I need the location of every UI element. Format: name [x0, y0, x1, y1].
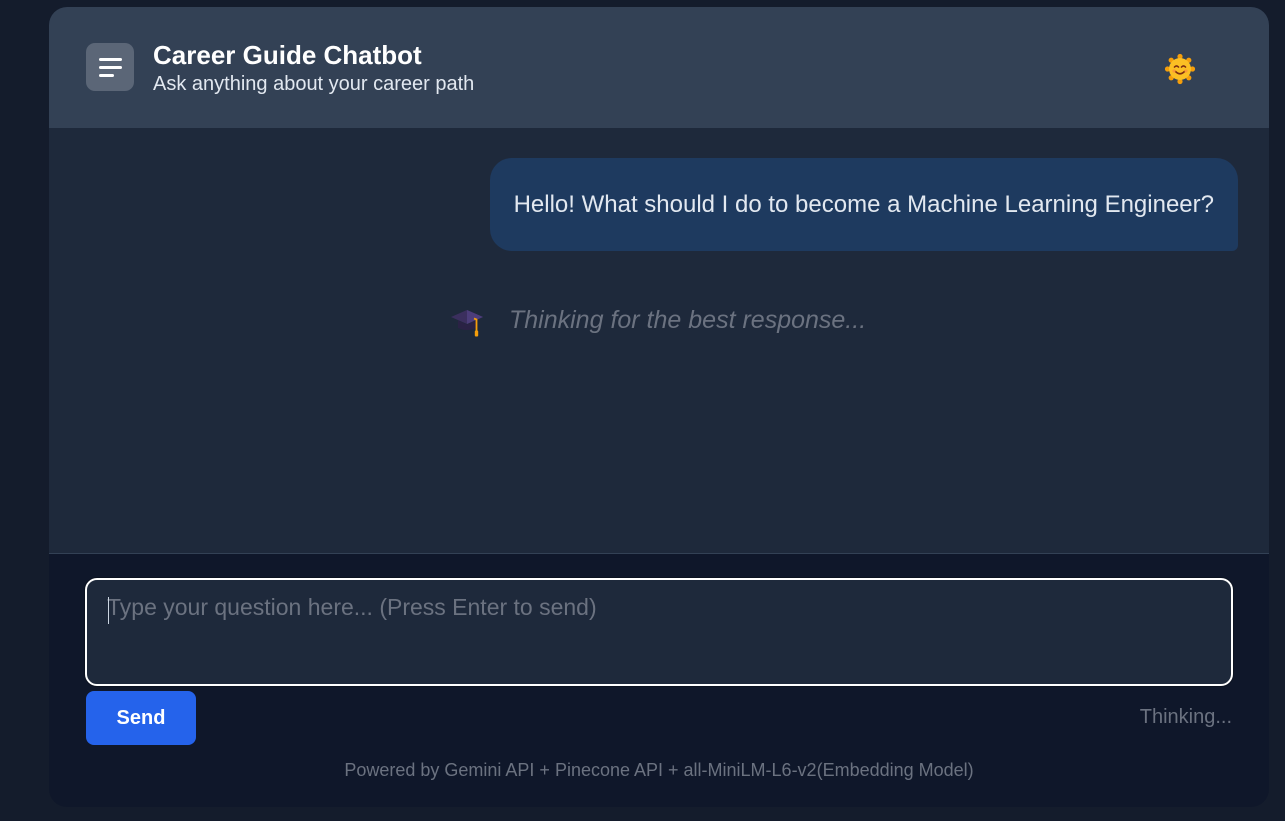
menu-button[interactable]	[86, 43, 134, 91]
user-message-bubble: Hello! What should I do to become a Mach…	[489, 158, 1238, 251]
chat-messages-area: Hello! What should I do to become a Mach…	[49, 128, 1269, 554]
page-title: Career Guide Chatbot	[153, 40, 422, 70]
theme-toggle-button[interactable]	[1164, 53, 1196, 85]
page-subtitle: Ask anything about your career path	[153, 73, 475, 95]
footer-credits: Powered by Gemini API + Pinecone API + a…	[344, 760, 974, 780]
chat-app: Career Guide Chatbot Ask anything about …	[49, 7, 1269, 807]
send-button[interactable]: Send	[86, 691, 196, 745]
status-text: Thinking...	[1139, 706, 1232, 728]
text-caret	[108, 597, 109, 624]
thinking-text: Thinking for the best response...	[509, 306, 867, 334]
question-input[interactable]	[107, 594, 1207, 670]
smiling-sun-icon	[1164, 53, 1196, 85]
question-input-box[interactable]	[85, 578, 1233, 686]
graduation-cap-icon	[451, 310, 483, 337]
header: Career Guide Chatbot Ask anything about …	[49, 7, 1269, 128]
